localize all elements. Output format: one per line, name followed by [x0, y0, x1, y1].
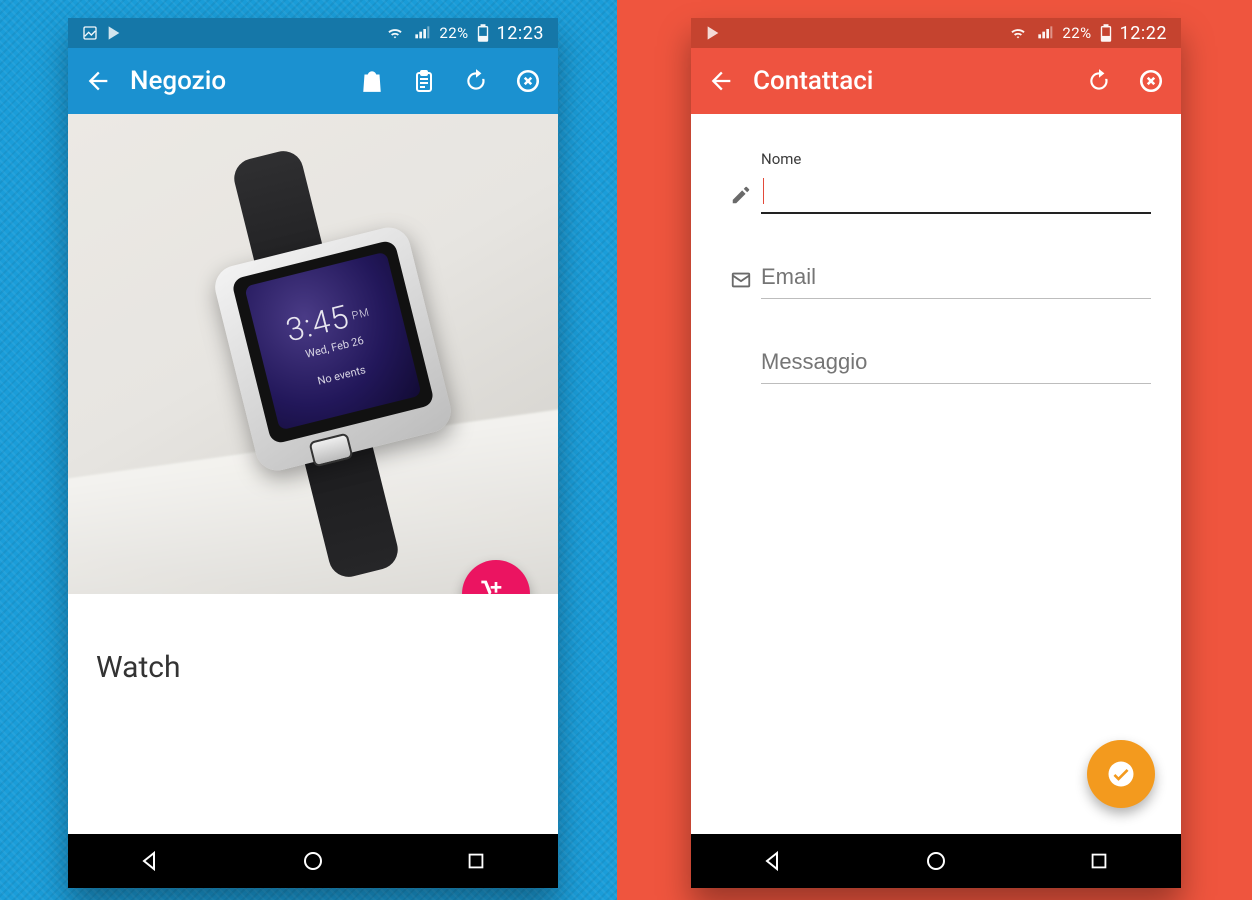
content-area: 3:45PM Wed, Feb 26 No events Watch	[68, 114, 558, 834]
play-store-icon	[705, 25, 721, 41]
bag-button[interactable]	[346, 55, 398, 107]
contact-form: Nome	[691, 114, 1181, 384]
refresh-button[interactable]	[1073, 55, 1125, 107]
pencil-icon	[721, 184, 761, 214]
email-input[interactable]	[761, 260, 1151, 299]
refresh-button[interactable]	[450, 55, 502, 107]
background-left: 22% 12:23 Negozio	[0, 0, 617, 900]
android-nav-bar	[68, 834, 558, 888]
page-title: Negozio	[130, 66, 226, 96]
page-title: Contattaci	[753, 66, 873, 96]
battery-percent: 22%	[1062, 24, 1091, 42]
phone-shop: 22% 12:23 Negozio	[68, 18, 558, 888]
clock-text: 12:22	[1120, 23, 1167, 44]
nav-back-button[interactable]	[110, 841, 190, 881]
background-right: 22% 12:22 Contattaci	[617, 0, 1252, 900]
smartwatch-illustration: 3:45PM Wed, Feb 26 No events	[163, 149, 463, 579]
battery-icon	[1100, 24, 1112, 42]
nav-home-button[interactable]	[896, 841, 976, 881]
submit-fab[interactable]	[1087, 740, 1155, 808]
clock-text: 12:23	[497, 23, 544, 44]
app-bar: Negozio	[68, 48, 558, 114]
message-field[interactable]	[761, 345, 1151, 384]
back-button[interactable]	[695, 55, 747, 107]
name-label: Nome	[761, 150, 1151, 168]
content-area: Nome	[691, 114, 1181, 834]
signal-icon	[1036, 25, 1054, 41]
app-bar: Contattaci	[691, 48, 1181, 114]
email-field[interactable]	[761, 260, 1151, 299]
nav-recent-button[interactable]	[1059, 841, 1139, 881]
wifi-icon	[1008, 25, 1028, 41]
clipboard-button[interactable]	[398, 55, 450, 107]
name-input[interactable]	[761, 174, 1151, 214]
status-bar: 22% 12:22	[691, 18, 1181, 48]
nav-recent-button[interactable]	[436, 841, 516, 881]
wifi-icon	[385, 25, 405, 41]
close-button[interactable]	[1125, 55, 1177, 107]
status-bar: 22% 12:23	[68, 18, 558, 48]
play-store-icon	[106, 25, 122, 41]
product-title: Watch	[96, 650, 558, 685]
android-nav-bar	[691, 834, 1181, 888]
phone-contact: 22% 12:22 Contattaci	[691, 18, 1181, 888]
image-icon	[82, 25, 98, 41]
battery-icon	[477, 24, 489, 42]
product-image[interactable]: 3:45PM Wed, Feb 26 No events	[68, 114, 558, 594]
message-input[interactable]	[761, 345, 1151, 384]
signal-icon	[413, 25, 431, 41]
nav-home-button[interactable]	[273, 841, 353, 881]
back-button[interactable]	[72, 55, 124, 107]
mail-icon	[721, 269, 761, 299]
nav-back-button[interactable]	[733, 841, 813, 881]
battery-percent: 22%	[439, 24, 468, 42]
name-field[interactable]: Nome	[761, 150, 1151, 214]
close-button[interactable]	[502, 55, 554, 107]
